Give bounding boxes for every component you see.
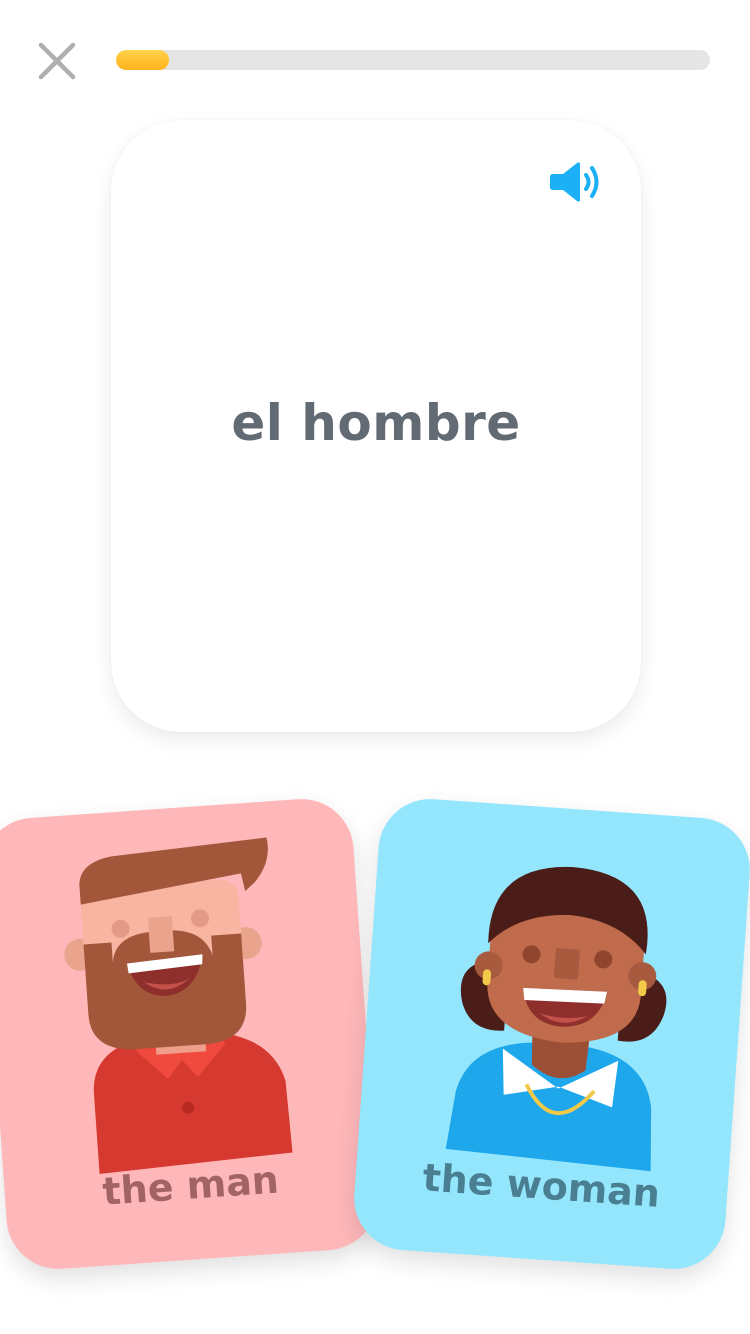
play-audio-button[interactable] xyxy=(549,160,603,204)
choice-card-the-man[interactable]: the man xyxy=(0,795,382,1273)
close-button[interactable] xyxy=(34,38,80,84)
choice-card-the-woman[interactable]: the woman xyxy=(350,795,750,1273)
lesson-screen: el hombre the man the woman xyxy=(0,0,750,1334)
woman-illustration xyxy=(445,867,667,1172)
progress-bar xyxy=(116,50,710,70)
man-illustration xyxy=(64,837,293,1174)
prompt-card: el hombre xyxy=(111,120,641,732)
prompt-word: el hombre xyxy=(231,394,521,452)
progress-bar-fill xyxy=(116,50,170,70)
speaker-icon xyxy=(550,162,599,202)
close-icon xyxy=(38,42,76,80)
